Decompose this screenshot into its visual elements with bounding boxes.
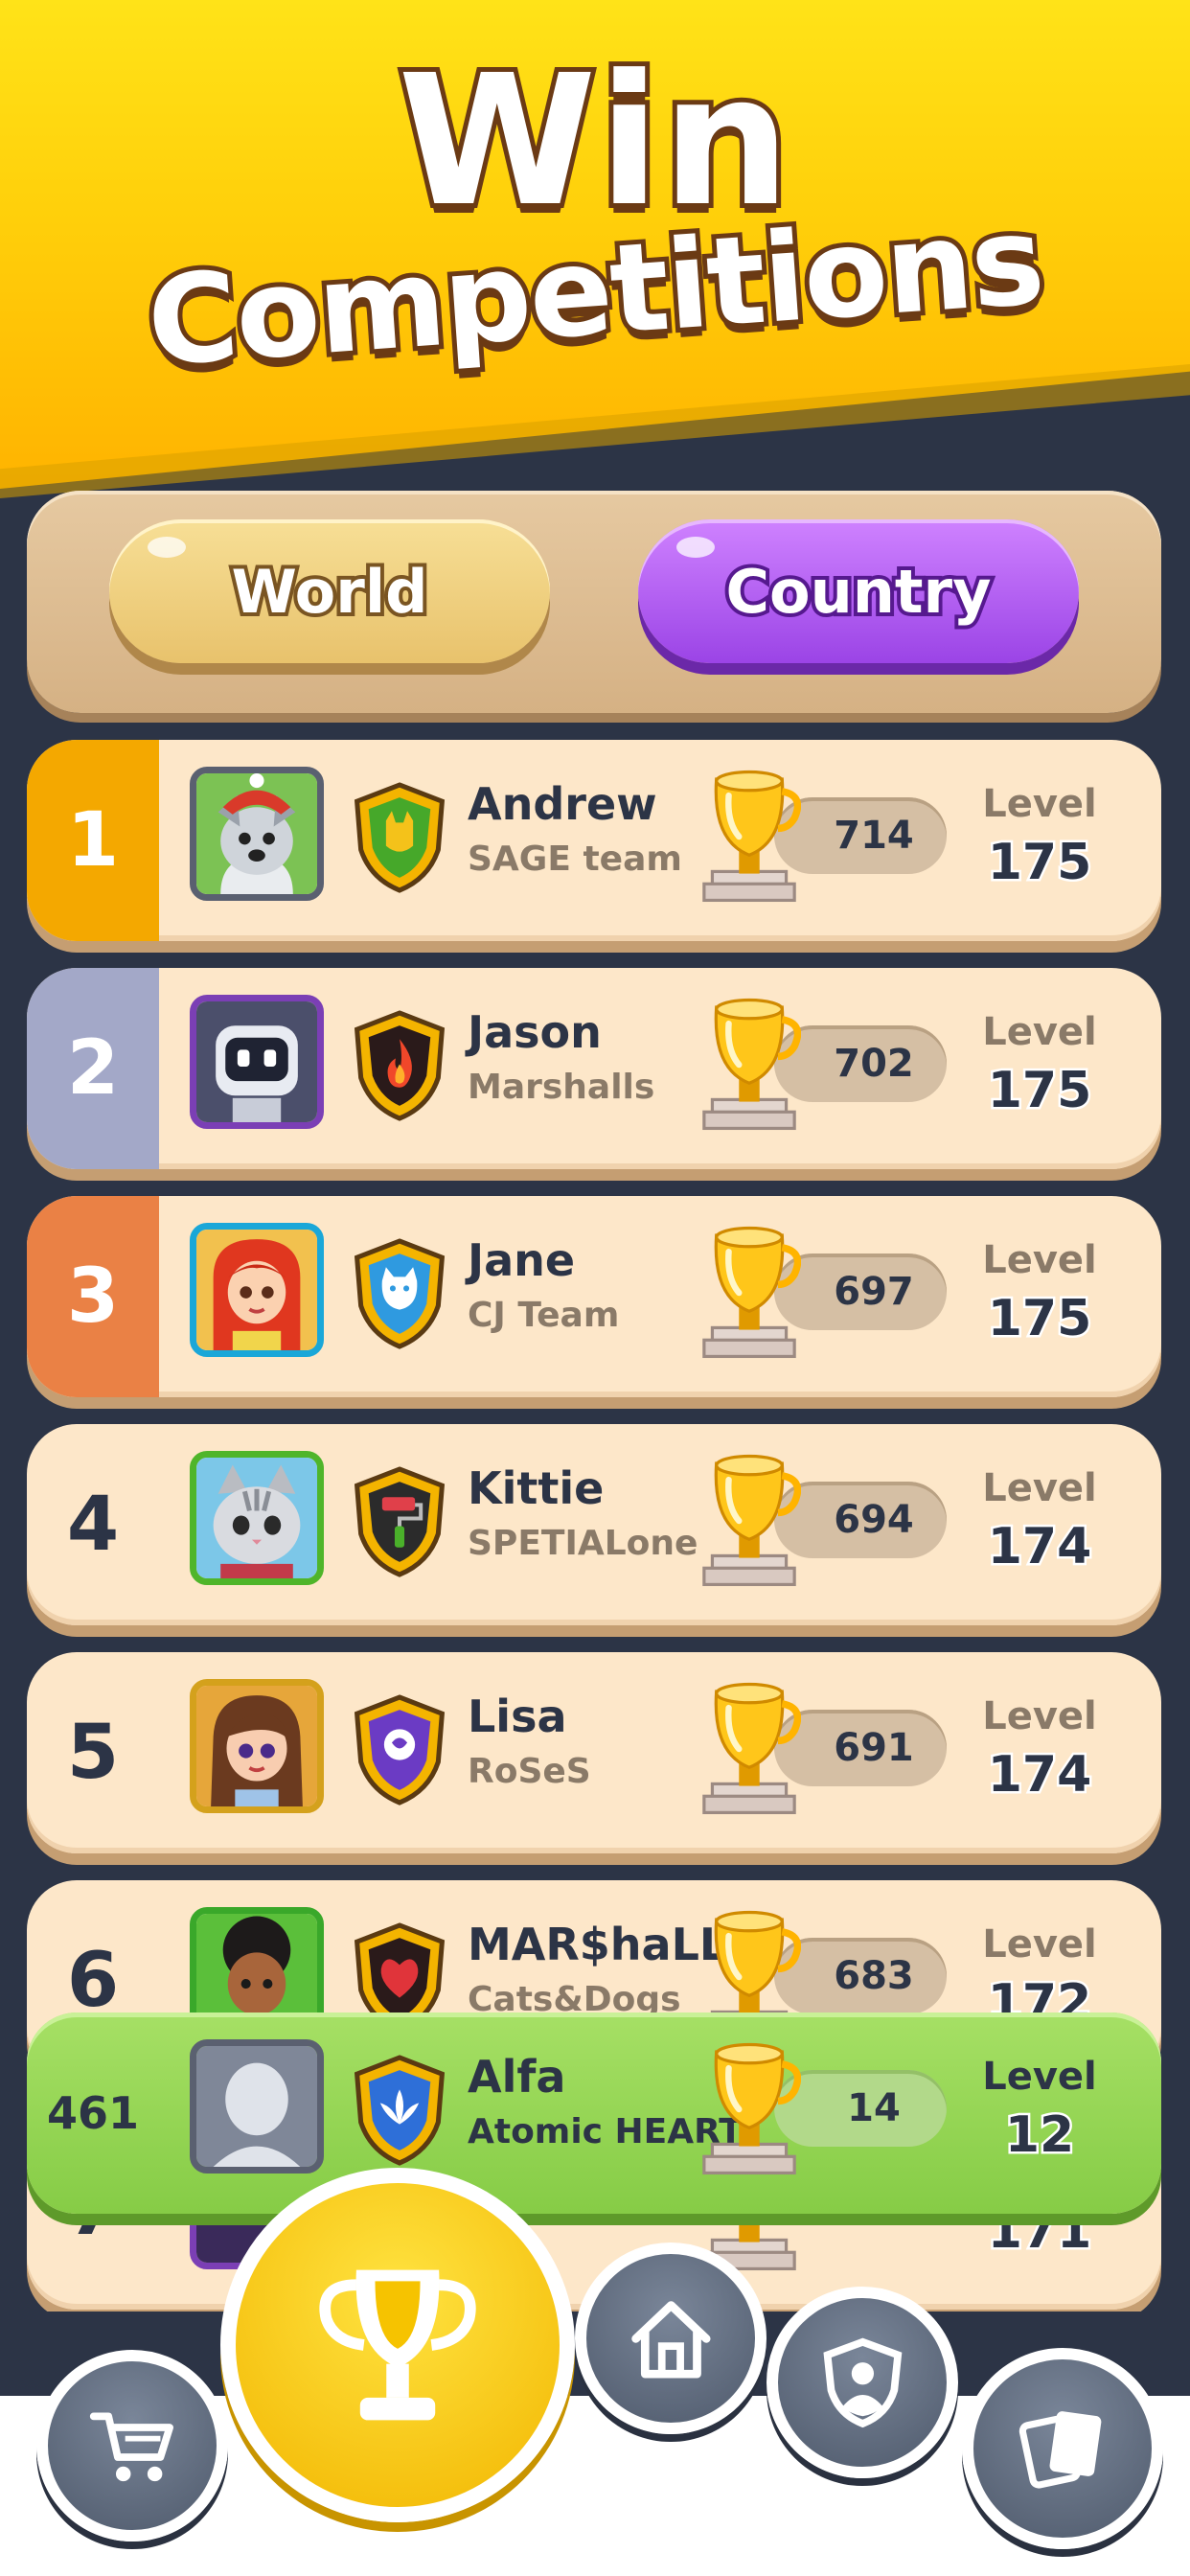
shield-person-icon [823, 2337, 902, 2427]
player-name: Lisa [468, 1690, 567, 1742]
tab-shine [148, 537, 186, 558]
player-name: MAR$haLL [468, 1919, 728, 1970]
leaderboard-row[interactable]: 3 Jane CJ Team 697 Level 175 [27, 1196, 1161, 1397]
level-label: Level [982, 1694, 1097, 1738]
cat-face-badge-icon [351, 1238, 448, 1349]
leaderboard-row[interactable]: 4 Kittie SPETIALone 694 Level 174 [27, 1424, 1161, 1625]
rank-number: 3 [27, 1196, 159, 1397]
nav-leaderboard-button[interactable] [220, 2168, 575, 2522]
team-name: CJ Team [468, 1296, 620, 1335]
fire-badge-icon [351, 1010, 448, 1121]
cat-badge-icon [351, 782, 448, 893]
player-name: Andrew [468, 778, 657, 830]
nav-home-button[interactable] [575, 2242, 767, 2434]
trophy-icon [698, 2037, 802, 2181]
level-value: 175 [985, 832, 1094, 894]
nav-shop-button[interactable] [36, 2350, 228, 2542]
team-name: RoSeS [468, 1752, 591, 1791]
leaderboard-row[interactable]: 5 Lisa RoSeS 691 Level 174 [27, 1652, 1161, 1853]
current-player-rank: 461 [46, 2087, 140, 2139]
current-player-level-label: Level [982, 2055, 1097, 2099]
level-value: 175 [985, 1060, 1094, 1122]
rank-number: 1 [27, 740, 159, 941]
trophy-icon [698, 993, 802, 1137]
trophy-icon [319, 2269, 476, 2421]
nav-collection-button[interactable] [962, 2348, 1163, 2549]
current-player-level: 12 [1002, 2104, 1076, 2167]
tab-country-label: Country [721, 553, 995, 631]
robot-avatar[interactable] [190, 995, 324, 1129]
rank-number: 2 [27, 968, 159, 1169]
rank-number: 5 [66, 1710, 120, 1796]
level-value: 175 [985, 1288, 1094, 1350]
rank-number: 4 [66, 1482, 120, 1568]
trophy-icon [698, 765, 802, 908]
cat-avatar[interactable] [190, 1451, 324, 1585]
level-value: 174 [985, 1516, 1094, 1578]
team-name: SAGE team [468, 840, 682, 879]
team-name: SPETIALone [468, 1524, 698, 1563]
player-name: Jane [468, 1234, 576, 1286]
trophy-icon [698, 1221, 802, 1365]
dog-avatar[interactable] [190, 767, 324, 901]
level-label: Level [982, 1466, 1097, 1510]
tab-country[interactable]: Country [638, 519, 1079, 663]
player-name: Kittie [468, 1462, 605, 1514]
level-label: Level [982, 782, 1097, 826]
lily-badge-icon [351, 2055, 448, 2166]
level-value: 174 [985, 1744, 1094, 1806]
player-name: Jason [468, 1006, 602, 1058]
trophy-icon [698, 1677, 802, 1821]
home-icon [630, 2300, 711, 2379]
current-player-row[interactable]: 461 Alfa Atomic HEART 14 Level 12 [27, 2012, 1161, 2214]
nav-team-button[interactable] [767, 2287, 958, 2478]
cards-icon [1018, 2410, 1102, 2489]
tab-world[interactable]: World [109, 519, 550, 663]
girl-avatar[interactable] [190, 1223, 324, 1357]
cart-icon [89, 2412, 173, 2481]
tab-shine [676, 537, 715, 558]
paint-roller-badge-icon [351, 1466, 448, 1577]
woman-avatar[interactable] [190, 1679, 324, 1813]
leaderboard-row[interactable]: 2 Jason Marshalls 702 Level 175 [27, 968, 1161, 1169]
level-label: Level [982, 1238, 1097, 1282]
rose-badge-icon [351, 1694, 448, 1806]
trophy-icon [698, 1449, 802, 1593]
level-label: Level [982, 1010, 1097, 1054]
team-name: Marshalls [468, 1068, 655, 1107]
level-label: Level [982, 1922, 1097, 1966]
leaderboard-row[interactable]: 1 Andrew SAGE team 714 Level 175 [27, 740, 1161, 941]
current-player-name: Alfa [468, 2051, 566, 2103]
scope-tabs-panel: World Country [27, 491, 1161, 713]
placeholder-avatar[interactable] [190, 2039, 324, 2174]
tab-world-label: World [228, 553, 432, 631]
